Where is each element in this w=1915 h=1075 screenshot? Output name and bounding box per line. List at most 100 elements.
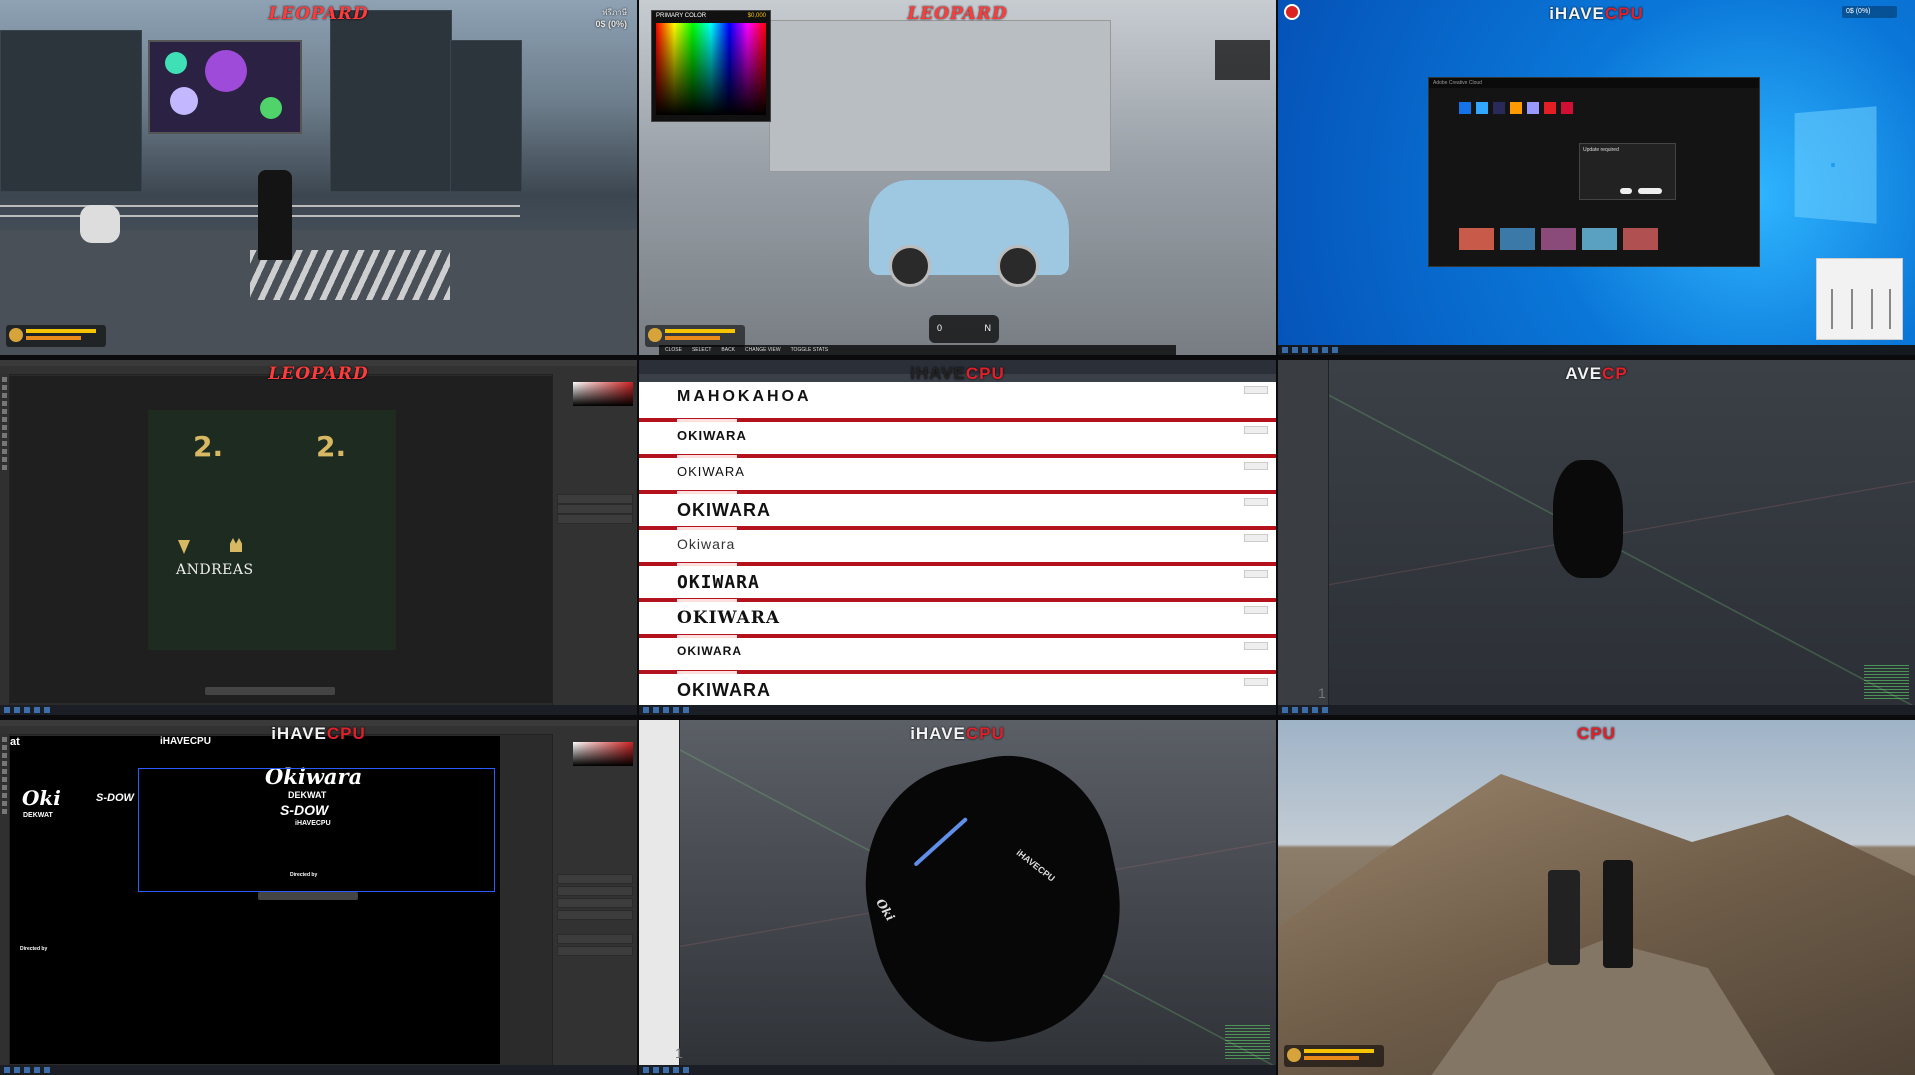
update-button[interactable]	[1638, 188, 1662, 194]
money-display: 0$ (0%)	[1842, 6, 1897, 18]
panel-mountain-scene: CPU	[1278, 720, 1915, 1075]
taskbar[interactable]	[0, 1065, 637, 1075]
app-icons	[1459, 102, 1759, 114]
corner-number: 1	[1318, 685, 1326, 701]
taskbar[interactable]	[639, 705, 1276, 715]
panel-3d-viewport-shirt: iHAVECPU Oki iHAVECPU 1	[639, 720, 1276, 1075]
jersey-design[interactable]: 2. 2. ANDREAS	[148, 410, 396, 650]
armor-bar	[26, 336, 81, 340]
layers-panel[interactable]	[552, 734, 637, 1065]
font-row: MAHOKAHOA	[639, 382, 1276, 418]
render-stats	[1864, 665, 1909, 699]
watermark: iHAVECPU	[910, 364, 1005, 383]
tool-panel[interactable]	[0, 734, 10, 1065]
shirt-side-text: iHAVECPU	[1014, 847, 1057, 884]
color-picker[interactable]: PRIMARY COLOR $0,000	[651, 10, 771, 122]
layers-panel[interactable]	[552, 374, 637, 705]
download-button[interactable]	[1244, 386, 1268, 394]
corner-number: 1	[675, 1045, 683, 1061]
taskbar[interactable]	[1278, 705, 1915, 715]
font-row: Okiwara	[639, 526, 1276, 566]
windows-logo-icon	[1794, 106, 1877, 224]
render-stats	[1225, 1025, 1270, 1059]
crown-icon	[230, 538, 242, 552]
player-character	[1548, 870, 1580, 965]
watermark: LEOPARD	[907, 4, 1008, 24]
channel-logo-icon	[1284, 4, 1300, 20]
legend-select: SELECT	[691, 347, 712, 353]
building	[769, 20, 1111, 172]
font-row: OKIWARA	[639, 490, 1276, 530]
billboard	[148, 40, 302, 134]
player-character	[1603, 860, 1633, 968]
volume-mixer[interactable]	[1816, 258, 1903, 340]
download-button[interactable]	[1244, 606, 1268, 614]
font-row: OKIWARA	[639, 454, 1276, 494]
outliner-panel[interactable]	[1278, 360, 1329, 705]
brand-title: iHAVECPU	[160, 736, 211, 747]
watermark: LEOPARD	[268, 4, 369, 24]
selection-guide	[138, 768, 495, 892]
wheel	[997, 245, 1039, 287]
tool-panel[interactable]	[0, 374, 10, 705]
speedometer: 0 N	[929, 315, 999, 343]
font-row: OKIWARA	[639, 418, 1276, 458]
corner-text: at	[10, 736, 20, 748]
download-button[interactable]	[1244, 534, 1268, 542]
outliner-panel[interactable]	[639, 720, 680, 1065]
notification-box	[1215, 40, 1270, 80]
panel-city-street: LEOPARD ฟรีภาษี 0$ (0%)	[0, 0, 637, 355]
color-picker[interactable]	[573, 382, 633, 406]
status-hud	[645, 325, 745, 347]
panel-3d-viewport-vest: AVECP 1	[1278, 360, 1915, 715]
building	[450, 40, 522, 192]
stream-grid: LEOPARD ฟรีภาษี 0$ (0%) LEOPARD PRIMARY …	[0, 0, 1915, 1075]
download-button[interactable]	[1244, 498, 1268, 506]
thumbnails	[1459, 228, 1658, 250]
panel-windows-desktop: iHAVECPU 0$ (0%) Adobe Creative Cloud Up…	[1278, 0, 1915, 355]
contextual-task-bar[interactable]	[205, 687, 335, 695]
vest-model[interactable]	[1553, 460, 1623, 578]
watermark: LEOPARD	[268, 364, 369, 384]
font-row: OKIWARA	[639, 634, 1276, 674]
taskbar[interactable]	[639, 1065, 1276, 1075]
brand-left-big: Oki	[22, 786, 61, 810]
jersey-number-right: 2.	[316, 430, 347, 463]
download-button[interactable]	[1244, 570, 1268, 578]
panel-font-browser: iHAVECPU MAHOKAHOA OKIWARA OKIWARA OKIWA…	[639, 360, 1276, 715]
download-button[interactable]	[1244, 462, 1268, 470]
building	[0, 30, 142, 192]
directed-by-label: Directed by	[20, 946, 48, 952]
design-canvas[interactable]: at iHAVECPU Oki DEKWAT S-DOW Okiwara DEK…	[10, 736, 500, 1064]
font-row: OKIWARA	[639, 670, 1276, 708]
creative-cloud-window[interactable]: Adobe Creative Cloud Update required	[1428, 77, 1760, 267]
legend-change-view: CHANGE VIEW	[745, 347, 781, 353]
wheel	[889, 245, 931, 287]
vehicle	[869, 180, 1069, 287]
taskbar[interactable]	[1278, 345, 1915, 355]
health-bar	[26, 329, 96, 333]
font-row: OKIWARA	[639, 598, 1276, 638]
taskbar[interactable]	[0, 705, 637, 715]
panel-photoshop-branding: at iHAVECPU Oki DEKWAT S-DOW Okiwara DEK…	[0, 720, 637, 1075]
npc-character	[80, 205, 120, 243]
money-display: ฟรีภาษี 0$ (0%)	[595, 8, 627, 29]
brand-script: S-DOW	[96, 792, 134, 804]
ok-button[interactable]	[1620, 188, 1632, 194]
player-name: ANDREAS	[176, 562, 254, 578]
download-button[interactable]	[1244, 642, 1268, 650]
player-character	[258, 170, 292, 260]
download-button[interactable]	[1244, 678, 1268, 686]
status-hud	[6, 325, 106, 347]
legend-close: CLOSE	[665, 347, 682, 353]
panel-car-customization: LEOPARD PRIMARY COLOR $0,000 0 N CLOSE SE…	[639, 0, 1276, 355]
update-dialog[interactable]: Update required	[1579, 143, 1676, 200]
color-picker[interactable]	[573, 742, 633, 766]
color-spectrum[interactable]	[656, 23, 766, 115]
watermark: CPU	[1577, 724, 1616, 743]
font-row: OKIWARA	[639, 562, 1276, 602]
watermark: iHAVECPU	[271, 724, 366, 743]
watermark: AVECP	[1565, 364, 1628, 383]
download-button[interactable]	[1244, 426, 1268, 434]
contextual-task-bar[interactable]	[258, 892, 358, 900]
